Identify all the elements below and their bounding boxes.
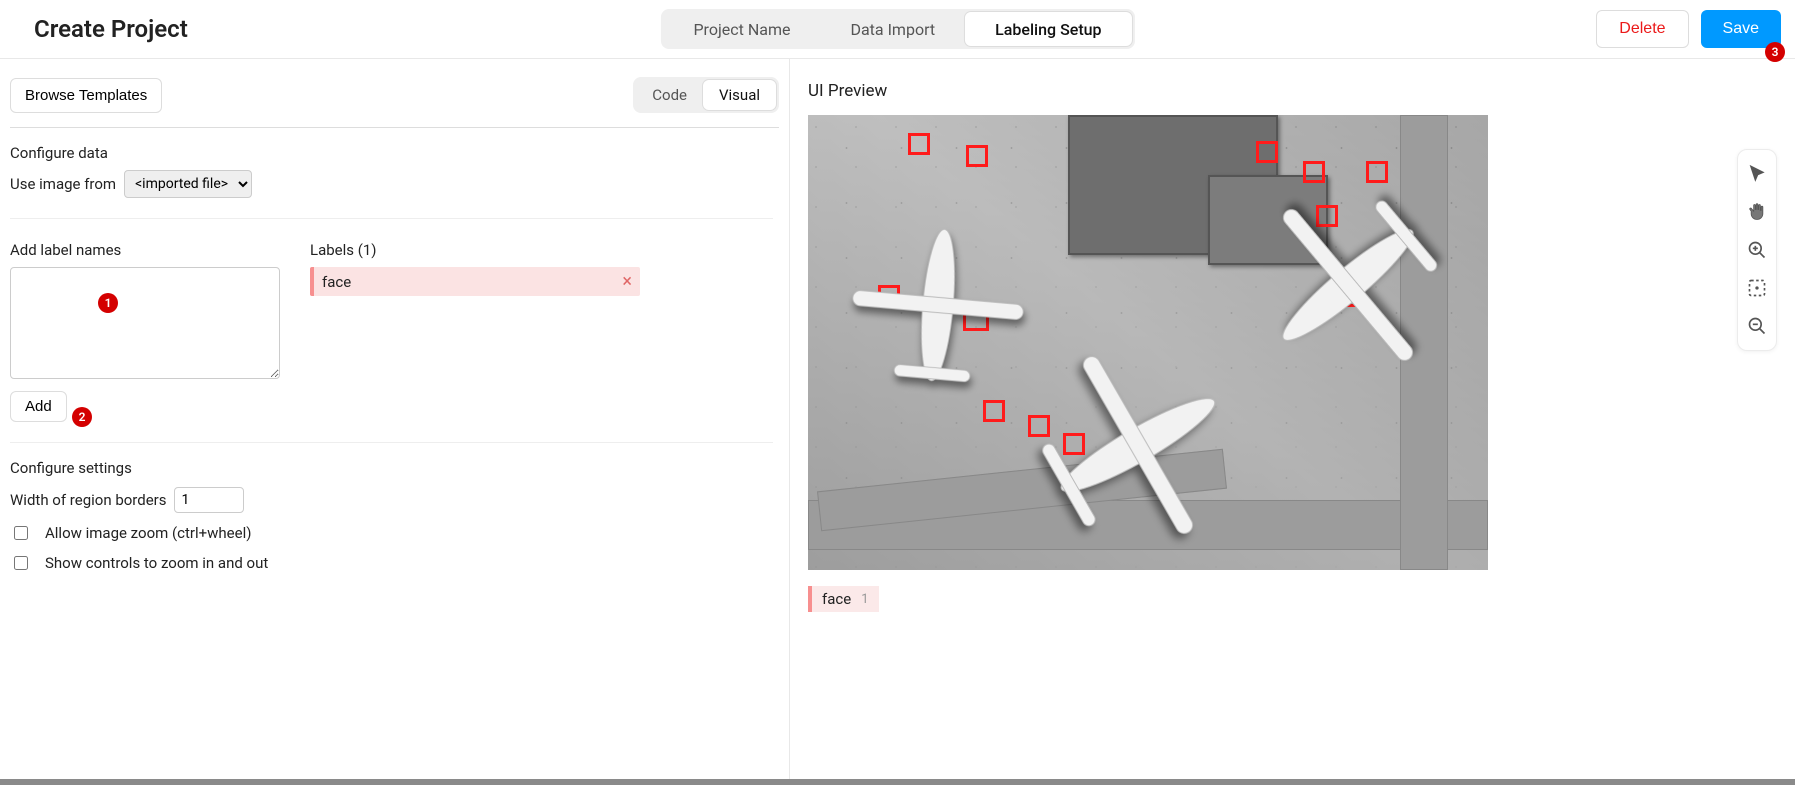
code-visual-toggle: Code Visual: [633, 77, 779, 113]
plane-icon: [835, 202, 1041, 408]
remove-label-icon[interactable]: ×: [622, 271, 632, 292]
preview-area: face 1: [808, 115, 1777, 612]
tour-badge-3: 3: [1765, 42, 1785, 62]
border-width-label: Width of region borders: [10, 491, 166, 509]
browse-templates-button[interactable]: Browse Templates: [10, 78, 162, 113]
label-item-text: face: [322, 273, 622, 291]
show-zoom-controls-label: Show controls to zoom in and out: [45, 554, 268, 572]
top-header: Create Project Project Name Data Import …: [0, 0, 1795, 59]
labels-section: Add label names 1 Add 2 Labels (1) face …: [10, 218, 773, 422]
image-source-select[interactable]: <imported file>: [124, 170, 252, 198]
configure-data-heading: Configure data: [10, 144, 773, 162]
tour-badge-2: 2: [72, 407, 92, 427]
preview-label-pill[interactable]: face 1: [808, 586, 879, 612]
config-header: Browse Templates Code Visual: [10, 77, 779, 127]
preview-label-text: face: [822, 590, 851, 608]
step-project-name[interactable]: Project Name: [663, 12, 820, 46]
tour-badge-1: 1: [98, 293, 118, 313]
use-image-from-label: Use image from: [10, 175, 116, 193]
add-label-heading: Add label names: [10, 241, 290, 259]
step-data-import[interactable]: Data Import: [820, 12, 965, 46]
pointer-tool-icon[interactable]: [1743, 160, 1771, 188]
settings-section: Configure settings Width of region borde…: [10, 442, 773, 573]
label-names-textarea[interactable]: [10, 267, 280, 379]
tab-code[interactable]: Code: [636, 80, 703, 110]
preview-panel: UI Preview: [790, 59, 1795, 784]
zoom-in-icon[interactable]: [1743, 236, 1771, 264]
pan-tool-icon[interactable]: [1743, 198, 1771, 226]
label-item[interactable]: face ×: [310, 267, 640, 296]
label-list-column: Labels (1) face ×: [310, 241, 773, 422]
page-title: Create Project: [34, 15, 188, 43]
config-panel: Browse Templates Code Visual Configure d…: [0, 59, 790, 784]
border-width-input[interactable]: [174, 487, 244, 513]
allow-zoom-checkbox[interactable]: [14, 526, 28, 540]
allow-zoom-label: Allow image zoom (ctrl+wheel): [45, 524, 251, 542]
use-image-from-row: Use image from <imported file>: [10, 170, 773, 198]
show-zoom-controls-checkbox[interactable]: [14, 556, 28, 570]
bottom-scrollbar[interactable]: [0, 779, 1795, 785]
header-actions: Delete Save 3: [1596, 10, 1781, 48]
body: Browse Templates Code Visual Configure d…: [0, 59, 1795, 784]
add-label-button[interactable]: Add: [10, 391, 67, 422]
preview-heading: UI Preview: [808, 81, 1777, 101]
preview-image[interactable]: [808, 115, 1488, 570]
label-list-heading: Labels (1): [310, 241, 773, 259]
preview-label-hotkey: 1: [861, 592, 868, 607]
allow-zoom-row[interactable]: Allow image zoom (ctrl+wheel): [10, 523, 773, 543]
delete-button[interactable]: Delete: [1596, 10, 1688, 48]
fullscreen-icon[interactable]: [1743, 274, 1771, 302]
show-zoom-controls-row[interactable]: Show controls to zoom in and out: [10, 553, 773, 573]
save-button[interactable]: Save: [1701, 10, 1781, 48]
configure-settings-heading: Configure settings: [10, 459, 773, 477]
tab-visual[interactable]: Visual: [703, 80, 776, 110]
border-width-row: Width of region borders: [10, 487, 773, 513]
add-label-column: Add label names 1 Add 2: [10, 241, 290, 422]
zoom-out-icon[interactable]: [1743, 312, 1771, 340]
step-labeling-setup[interactable]: Labeling Setup: [965, 12, 1131, 46]
preview-toolbar: [1737, 149, 1777, 351]
config-scroll[interactable]: Configure data Use image from <imported …: [10, 127, 779, 583]
wizard-stepper: Project Name Data Import Labeling Setup: [660, 9, 1134, 49]
